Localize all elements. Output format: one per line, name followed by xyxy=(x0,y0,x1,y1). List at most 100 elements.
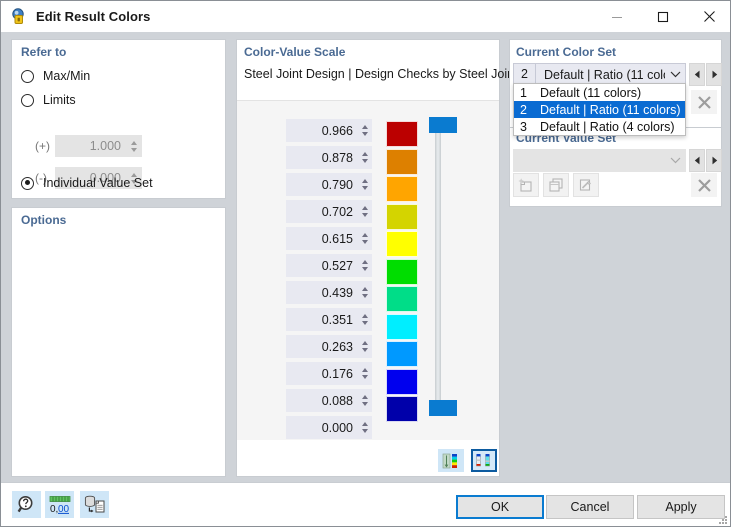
spin-down-icon xyxy=(362,348,368,352)
limit-positive-input[interactable]: 1.000 xyxy=(55,135,142,157)
value-input-row[interactable]: 0.527 xyxy=(286,254,372,277)
scale-layout-toggle-group xyxy=(438,449,497,472)
color-value-scale-subtitle: Steel Joint Design | Design Checks by St… xyxy=(244,67,524,81)
current-color-set-index: 2 xyxy=(514,64,536,85)
edit-value-set-button[interactable] xyxy=(573,173,599,197)
value-input-row[interactable]: 0.878 xyxy=(286,146,372,169)
value-spinner[interactable] xyxy=(358,335,372,358)
spin-up-icon xyxy=(362,287,368,291)
spin-down-icon xyxy=(131,147,137,152)
help-button[interactable] xyxy=(12,491,41,518)
scale-range-slider-track[interactable] xyxy=(435,121,441,416)
value-spinner[interactable] xyxy=(358,119,372,142)
radio-individual-value-set[interactable]: Individual Value Set xyxy=(21,176,153,190)
title-bar: Edit Result Colors xyxy=(1,1,730,32)
maximize-button[interactable] xyxy=(640,1,686,32)
color-swatch[interactable] xyxy=(386,203,418,230)
value-spinner[interactable] xyxy=(358,254,372,277)
spin-up-icon xyxy=(362,179,368,183)
color-swatch[interactable] xyxy=(386,231,418,257)
color-swatch-list xyxy=(386,121,418,424)
decimal-places-button[interactable]: 0, 00 xyxy=(45,491,74,518)
radio-limits-label: Limits xyxy=(43,93,76,107)
spin-down-icon xyxy=(362,213,368,217)
close-button[interactable] xyxy=(686,1,730,32)
value-input-row[interactable]: 0.615 xyxy=(286,227,372,250)
spin-up-icon xyxy=(362,125,368,129)
chevron-down-icon xyxy=(665,69,685,81)
value-input-number: 0.527 xyxy=(321,258,353,273)
value-input-number: 0.263 xyxy=(321,339,353,354)
value-input-row[interactable]: 0.790 xyxy=(286,173,372,196)
refer-to-title: Refer to xyxy=(21,45,67,59)
cancel-button[interactable]: Cancel xyxy=(546,495,634,519)
spin-up-icon xyxy=(362,395,368,399)
value-input-row[interactable]: 0.000 xyxy=(286,416,372,439)
value-spinner[interactable] xyxy=(358,227,372,250)
color-set-delete-button[interactable] xyxy=(691,90,717,114)
spin-down-icon xyxy=(362,267,368,271)
scale-layout-gradient-button[interactable] xyxy=(438,449,464,472)
color-swatch[interactable] xyxy=(386,396,418,422)
value-set-delete-button[interactable] xyxy=(691,173,717,197)
scale-range-slider-handle-lower[interactable] xyxy=(429,400,457,416)
spin-down-icon xyxy=(362,159,368,163)
limit-positive-value: 1.000 xyxy=(89,139,121,153)
color-set-option[interactable]: 2 Default | Ratio (11 colors) xyxy=(514,101,685,118)
value-input-number: 0.088 xyxy=(321,393,353,408)
spin-up-icon xyxy=(362,206,368,210)
value-input-row[interactable]: 0.263 xyxy=(286,335,372,358)
value-input-row[interactable]: 0.088 xyxy=(286,389,372,412)
spin-down-icon xyxy=(362,321,368,325)
spin-up-icon xyxy=(362,341,368,345)
value-input-row[interactable]: 0.439 xyxy=(286,281,372,304)
value-input-row[interactable]: 0.966 xyxy=(286,119,372,142)
color-swatch[interactable] xyxy=(386,368,418,395)
color-set-next-button[interactable] xyxy=(706,63,722,86)
radio-max-min[interactable]: Max/Min xyxy=(21,69,90,83)
limit-positive-spinner[interactable] xyxy=(127,136,141,156)
scale-range-slider-handle-upper[interactable] xyxy=(429,117,457,133)
spin-up-icon xyxy=(362,233,368,237)
value-spinner[interactable] xyxy=(358,308,372,331)
value-spinner[interactable] xyxy=(358,416,372,439)
color-set-option[interactable]: 1 Default (11 colors) xyxy=(514,84,685,101)
limit-positive-row: (+) 1.000 xyxy=(21,135,142,157)
value-spinner[interactable] xyxy=(358,200,372,223)
minimize-button[interactable] xyxy=(594,1,640,32)
color-set-prev-button[interactable] xyxy=(689,63,705,86)
color-swatch[interactable] xyxy=(386,176,418,202)
color-swatch[interactable] xyxy=(386,258,418,285)
value-spinner[interactable] xyxy=(358,146,372,169)
value-spinner[interactable] xyxy=(358,281,372,304)
copy-value-set-button[interactable] xyxy=(543,173,569,197)
ok-button[interactable]: OK xyxy=(456,495,544,519)
spin-up-icon xyxy=(131,140,137,145)
color-swatch[interactable] xyxy=(386,148,418,175)
value-spinner[interactable] xyxy=(358,173,372,196)
color-swatch[interactable] xyxy=(386,313,418,340)
color-set-option-index: 2 xyxy=(520,102,527,117)
color-swatch[interactable] xyxy=(386,341,418,367)
apply-button[interactable]: Apply xyxy=(637,495,725,519)
scale-layout-stepped-button[interactable] xyxy=(471,449,497,472)
color-swatch[interactable] xyxy=(386,121,418,147)
value-set-next-button[interactable] xyxy=(706,149,722,172)
color-swatch[interactable] xyxy=(386,286,418,312)
export-data-button[interactable] xyxy=(80,491,109,518)
value-spinner[interactable] xyxy=(358,362,372,385)
radio-limits[interactable]: Limits xyxy=(21,93,76,107)
value-input-row[interactable]: 0.176 xyxy=(286,362,372,385)
spin-down-icon xyxy=(362,402,368,406)
color-set-option[interactable]: 3 Default | Ratio (4 colors) xyxy=(514,118,685,135)
value-input-number: 0.439 xyxy=(321,285,353,300)
new-value-set-button[interactable] xyxy=(513,173,539,197)
current-value-set-combo[interactable] xyxy=(513,149,686,172)
value-set-prev-button[interactable] xyxy=(689,149,705,172)
value-spinner[interactable] xyxy=(358,389,372,412)
current-color-set-dropdown-list[interactable]: 1 Default (11 colors) 2 Default | Ratio (11… xyxy=(513,83,686,136)
value-input-row[interactable]: 0.351 xyxy=(286,308,372,331)
spin-up-icon xyxy=(362,260,368,264)
radio-limits-indicator xyxy=(21,93,34,107)
value-input-row[interactable]: 0.702 xyxy=(286,200,372,223)
